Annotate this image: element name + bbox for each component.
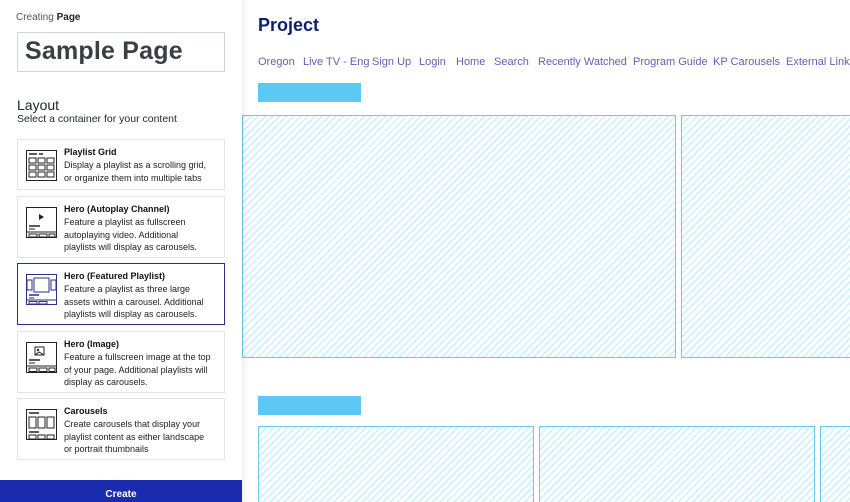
layout-option-title: Playlist Grid xyxy=(64,147,117,157)
breadcrumb-prefix: Creating xyxy=(16,12,54,23)
description-line: or portrait thumbnails xyxy=(64,444,149,454)
nav-link-sign-up[interactable]: Sign Up xyxy=(372,56,411,68)
description-line: Create carousels that display your xyxy=(64,419,201,429)
breadcrumb: Creating Page xyxy=(16,12,81,23)
layout-option-title: Carousels xyxy=(64,406,108,416)
hero-autoplay-icon xyxy=(26,207,57,238)
create-button[interactable]: Create xyxy=(0,480,242,502)
description-line: Feature a fullscreen image at the top xyxy=(64,352,211,362)
hero-image-icon xyxy=(26,342,57,373)
description-line: Feature a playlist as three large xyxy=(64,284,191,294)
nav-link-recently-watched[interactable]: Recently Watched xyxy=(538,56,627,68)
nav-link-oregon[interactable]: Oregon xyxy=(258,56,295,68)
layout-subheading: Select a container for your content xyxy=(17,113,177,125)
preview-title: Project xyxy=(258,15,320,35)
carousel-item-placeholder xyxy=(820,426,850,502)
layout-option-description: Feature a playlist as fullscreen autopla… xyxy=(64,216,220,254)
description-line: Display a playlist as a scrolling grid, xyxy=(64,160,207,170)
description-line: assets within a carousel. Additional xyxy=(64,296,204,307)
layout-option-title: Hero (Featured Playlist) xyxy=(64,271,166,281)
layout-option-title: Hero (Image) xyxy=(64,339,120,349)
layout-panel: Creating Page Sample Page Layout Select … xyxy=(0,0,242,502)
playlist-grid-icon xyxy=(26,150,57,181)
description-line: playlists will display as carousels. xyxy=(64,242,198,252)
layout-heading: Layout xyxy=(17,97,60,113)
description-line: or organize them into multiple tabs xyxy=(64,172,202,183)
hero-asset-placeholder xyxy=(681,115,850,358)
description-line: playlists will display as carousels. xyxy=(64,309,198,319)
description-line: autoplaying video. Additional xyxy=(64,229,179,240)
page-name-input[interactable]: Sample Page xyxy=(17,32,225,72)
description-line: Feature a playlist as fullscreen xyxy=(64,217,186,227)
description-line: playlist content as either landscape xyxy=(64,431,205,442)
section-title-placeholder xyxy=(258,83,361,102)
layout-option-description: Display a playlist as a scrolling grid, … xyxy=(64,159,220,184)
layout-option-description: Feature a playlist as three large assets… xyxy=(64,283,220,321)
layout-option-carousels[interactable]: Carousels Create carousels that display … xyxy=(17,398,225,460)
hero-asset-placeholder xyxy=(242,115,676,358)
layout-option-title: Hero (Autoplay Channel) xyxy=(64,204,170,214)
nav-link-search[interactable]: Search xyxy=(494,56,529,68)
carousel-item-placeholder xyxy=(539,426,815,502)
nav-link-external-link[interactable]: External Link xyxy=(786,56,850,68)
layout-option-hero-featured[interactable]: Hero (Featured Playlist) Feature a playl… xyxy=(17,263,225,325)
hero-featured-icon xyxy=(26,274,57,305)
nav-link-live-tv[interactable]: Live TV - Eng xyxy=(303,56,369,68)
nav-link-login[interactable]: Login xyxy=(419,56,446,68)
carousel-item-placeholder xyxy=(258,426,534,502)
description-line: of your page. Additional playlists will xyxy=(64,364,208,375)
nav-link-program-guide[interactable]: Program Guide xyxy=(633,56,708,68)
layout-option-hero-image[interactable]: Hero (Image) Feature a fullscreen image … xyxy=(17,331,225,393)
layout-option-description: Feature a fullscreen image at the top of… xyxy=(64,351,220,389)
layout-option-description: Create carousels that display your playl… xyxy=(64,418,220,456)
layout-option-playlist-grid[interactable]: Playlist Grid Display a playlist as a sc… xyxy=(17,139,225,190)
nav-link-kp-carousels[interactable]: KP Carousels xyxy=(713,56,780,68)
breadcrumb-current: Page xyxy=(56,12,81,23)
section-title-placeholder xyxy=(258,396,361,415)
carousels-icon xyxy=(26,409,57,440)
nav-link-home[interactable]: Home xyxy=(456,56,485,68)
layout-option-hero-autoplay[interactable]: Hero (Autoplay Channel) Feature a playli… xyxy=(17,196,225,258)
description-line: display as carousels. xyxy=(64,377,148,387)
